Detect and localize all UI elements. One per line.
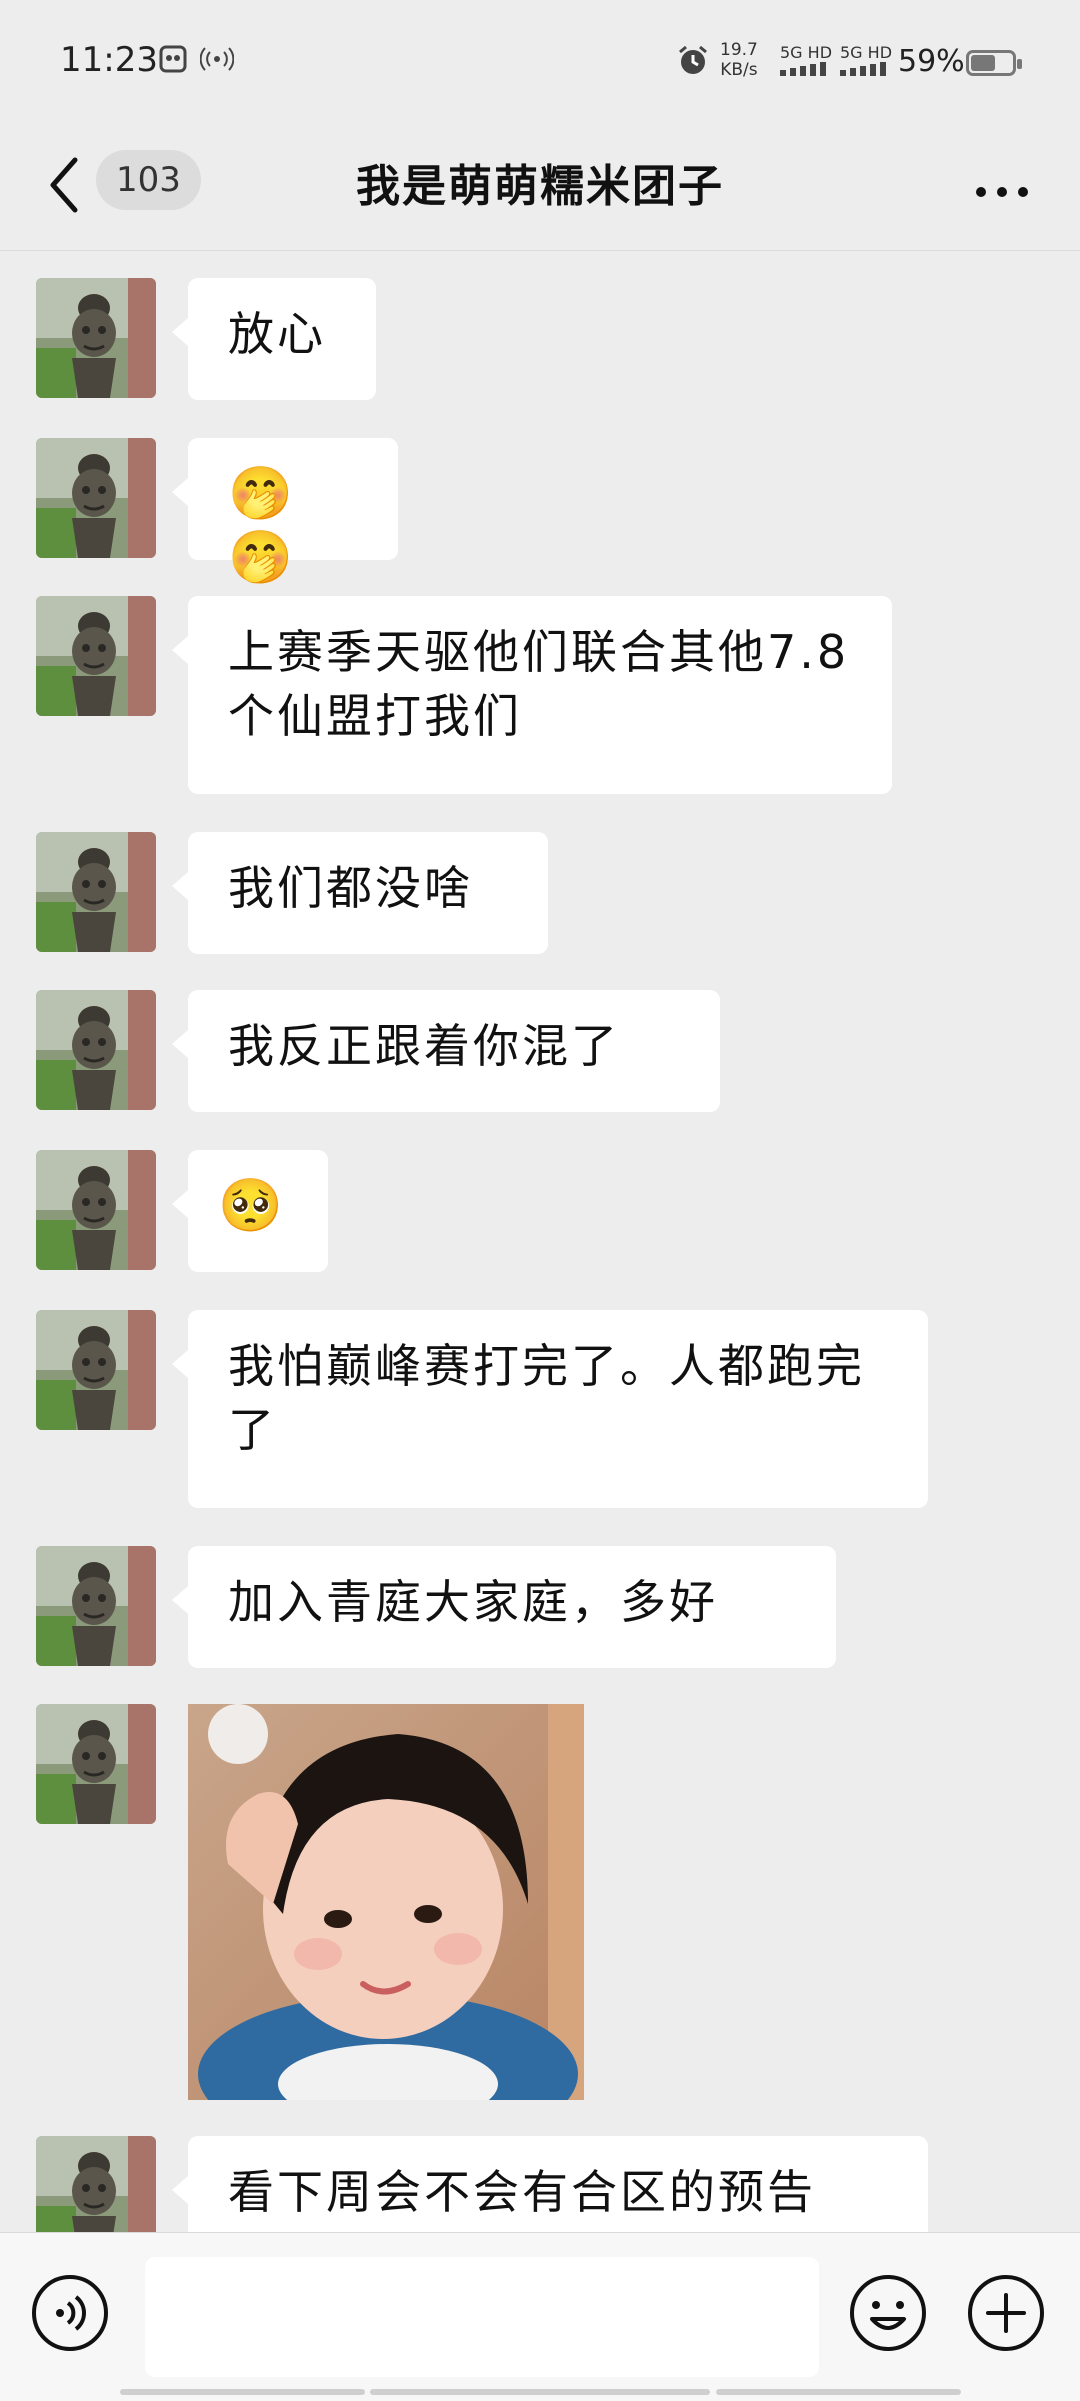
avatar[interactable] xyxy=(36,1150,156,1270)
avatar[interactable] xyxy=(36,596,156,716)
message-bubble[interactable]: 我们都没啥 xyxy=(172,832,548,954)
message-bubble[interactable]: 🥺 xyxy=(172,1150,328,1272)
signal-1-label: 5G HD xyxy=(780,43,833,62)
avatar[interactable] xyxy=(36,278,156,398)
message-bubble[interactable]: 放心 xyxy=(172,278,376,400)
avatar[interactable] xyxy=(36,990,156,1110)
net-speed: 19.7 KB/s xyxy=(720,40,758,80)
more-dots-icon[interactable] xyxy=(974,172,1030,199)
avatar[interactable] xyxy=(36,832,156,952)
chat-header: 103 我是萌萌糯米团子 xyxy=(0,120,1080,251)
avatar[interactable] xyxy=(36,1704,156,1824)
sticker-image[interactable] xyxy=(188,1704,584,2100)
message-bubble[interactable]: 🤭🤭 xyxy=(172,438,398,588)
signal-2-label: 5G HD xyxy=(840,43,893,62)
avatar[interactable] xyxy=(36,1310,156,1430)
message-input[interactable] xyxy=(145,2257,819,2377)
input-bar xyxy=(0,2232,1080,2401)
nav-indicator xyxy=(716,2389,961,2395)
battery-percent: 59% xyxy=(898,44,965,79)
hotspot-icon xyxy=(199,44,235,81)
plus-icon[interactable] xyxy=(966,2273,1046,2353)
message-bubble[interactable]: 上赛季天驱他们联合其他7.8个仙盟打我们 xyxy=(172,596,892,794)
avatar[interactable] xyxy=(36,1546,156,1666)
app-notification-icon xyxy=(158,44,188,81)
message-bubble[interactable]: 我怕巅峰赛打完了。人都跑完了 xyxy=(172,1310,928,1508)
alarm-icon xyxy=(676,44,710,85)
signal-2-bars-icon xyxy=(840,62,886,76)
signal-1: 5G HD xyxy=(780,44,832,80)
signal-1-bars-icon xyxy=(780,62,826,76)
net-speed-unit: KB/s xyxy=(720,60,758,80)
avatar[interactable] xyxy=(36,438,156,558)
message-bubble[interactable]: 加入青庭大家庭，多好 xyxy=(172,1546,836,1668)
message-bubble[interactable]: 我反正跟着你混了 xyxy=(172,990,720,1112)
signal-2: 5G HD xyxy=(840,44,892,80)
emoji-icon[interactable] xyxy=(848,2273,928,2353)
status-bar: 11:23 19.7 KB/s 5G HD 5G HD 59% xyxy=(0,0,1080,130)
chat-title: 我是萌萌糯米团子 xyxy=(356,161,724,212)
net-speed-value: 19.7 xyxy=(720,40,758,60)
voice-icon[interactable] xyxy=(30,2273,110,2353)
nav-indicator xyxy=(370,2389,710,2395)
nav-indicator xyxy=(120,2389,365,2395)
status-time: 11:23 xyxy=(60,40,158,80)
battery-icon xyxy=(966,50,1022,76)
